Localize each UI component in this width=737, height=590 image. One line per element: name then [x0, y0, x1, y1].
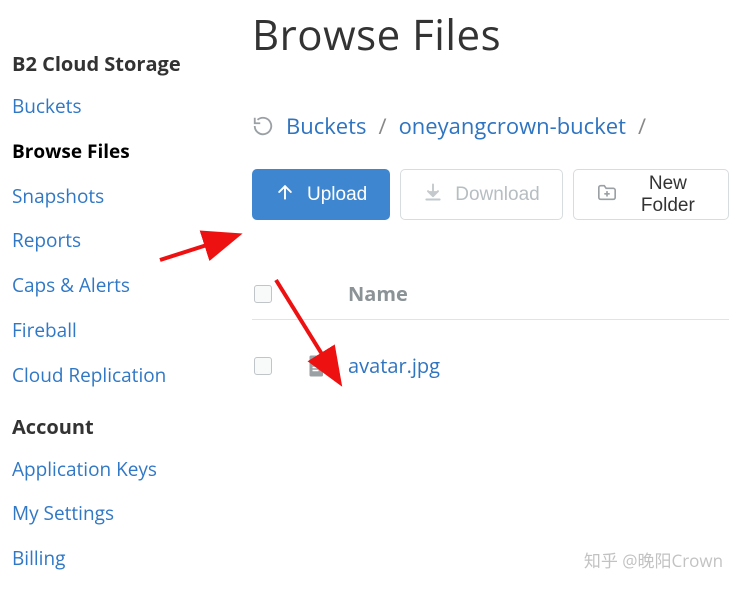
select-all-checkbox[interactable]: [254, 285, 272, 303]
page-title: Browse Files: [252, 6, 729, 63]
download-button[interactable]: Download: [400, 169, 563, 220]
sidebar-heading-storage: B2 Cloud Storage: [12, 50, 210, 77]
download-label: Download: [455, 184, 540, 206]
file-name-link[interactable]: avatar.jpg: [348, 352, 440, 379]
files-table: Name avatar.jpg: [252, 274, 729, 385]
toolbar: Upload Download: [252, 169, 729, 220]
breadcrumb-bucket[interactable]: oneyangcrown-bucket: [399, 111, 626, 141]
row-checkbox[interactable]: [254, 357, 272, 375]
download-icon: [423, 182, 443, 208]
sidebar-item-browse-files[interactable]: Browse Files: [12, 140, 210, 163]
sidebar-item-snapshots[interactable]: Snapshots: [12, 185, 210, 208]
upload-button[interactable]: Upload: [252, 169, 390, 220]
sidebar: B2 Cloud Storage Buckets Browse Files Sn…: [0, 0, 210, 590]
table-row: avatar.jpg: [252, 346, 729, 385]
sidebar-item-billing[interactable]: Billing: [12, 547, 210, 570]
main-content: Browse Files Buckets / oneyangcrown-buck…: [210, 0, 737, 590]
column-header-name[interactable]: Name: [348, 280, 408, 307]
file-icon: [308, 355, 326, 377]
new-folder-button[interactable]: New Folder: [573, 169, 729, 220]
sidebar-heading-account: Account: [12, 413, 210, 440]
nav-list-storage: Buckets Browse Files Snapshots Reports C…: [12, 95, 210, 387]
refresh-icon[interactable]: [252, 115, 274, 137]
sidebar-item-my-settings[interactable]: My Settings: [12, 502, 210, 525]
sidebar-item-cloud-replication[interactable]: Cloud Replication: [12, 364, 210, 387]
sidebar-item-caps-alerts[interactable]: Caps & Alerts: [12, 274, 210, 297]
sidebar-item-buckets[interactable]: Buckets: [12, 95, 210, 118]
breadcrumb-sep-1: /: [378, 111, 386, 141]
sidebar-item-reports[interactable]: Reports: [12, 229, 210, 252]
sidebar-item-application-keys[interactable]: Application Keys: [12, 458, 210, 481]
sidebar-item-fireball[interactable]: Fireball: [12, 319, 210, 342]
new-folder-icon: [596, 182, 618, 208]
breadcrumb: Buckets / oneyangcrown-bucket /: [252, 111, 729, 141]
nav-list-account: Application Keys My Settings Billing: [12, 458, 210, 570]
upload-icon: [275, 182, 295, 208]
breadcrumb-sep-2: /: [638, 111, 646, 141]
upload-label: Upload: [307, 184, 367, 206]
new-folder-label: New Folder: [630, 173, 706, 217]
breadcrumb-root[interactable]: Buckets: [286, 111, 366, 141]
table-header-row: Name: [252, 274, 729, 320]
